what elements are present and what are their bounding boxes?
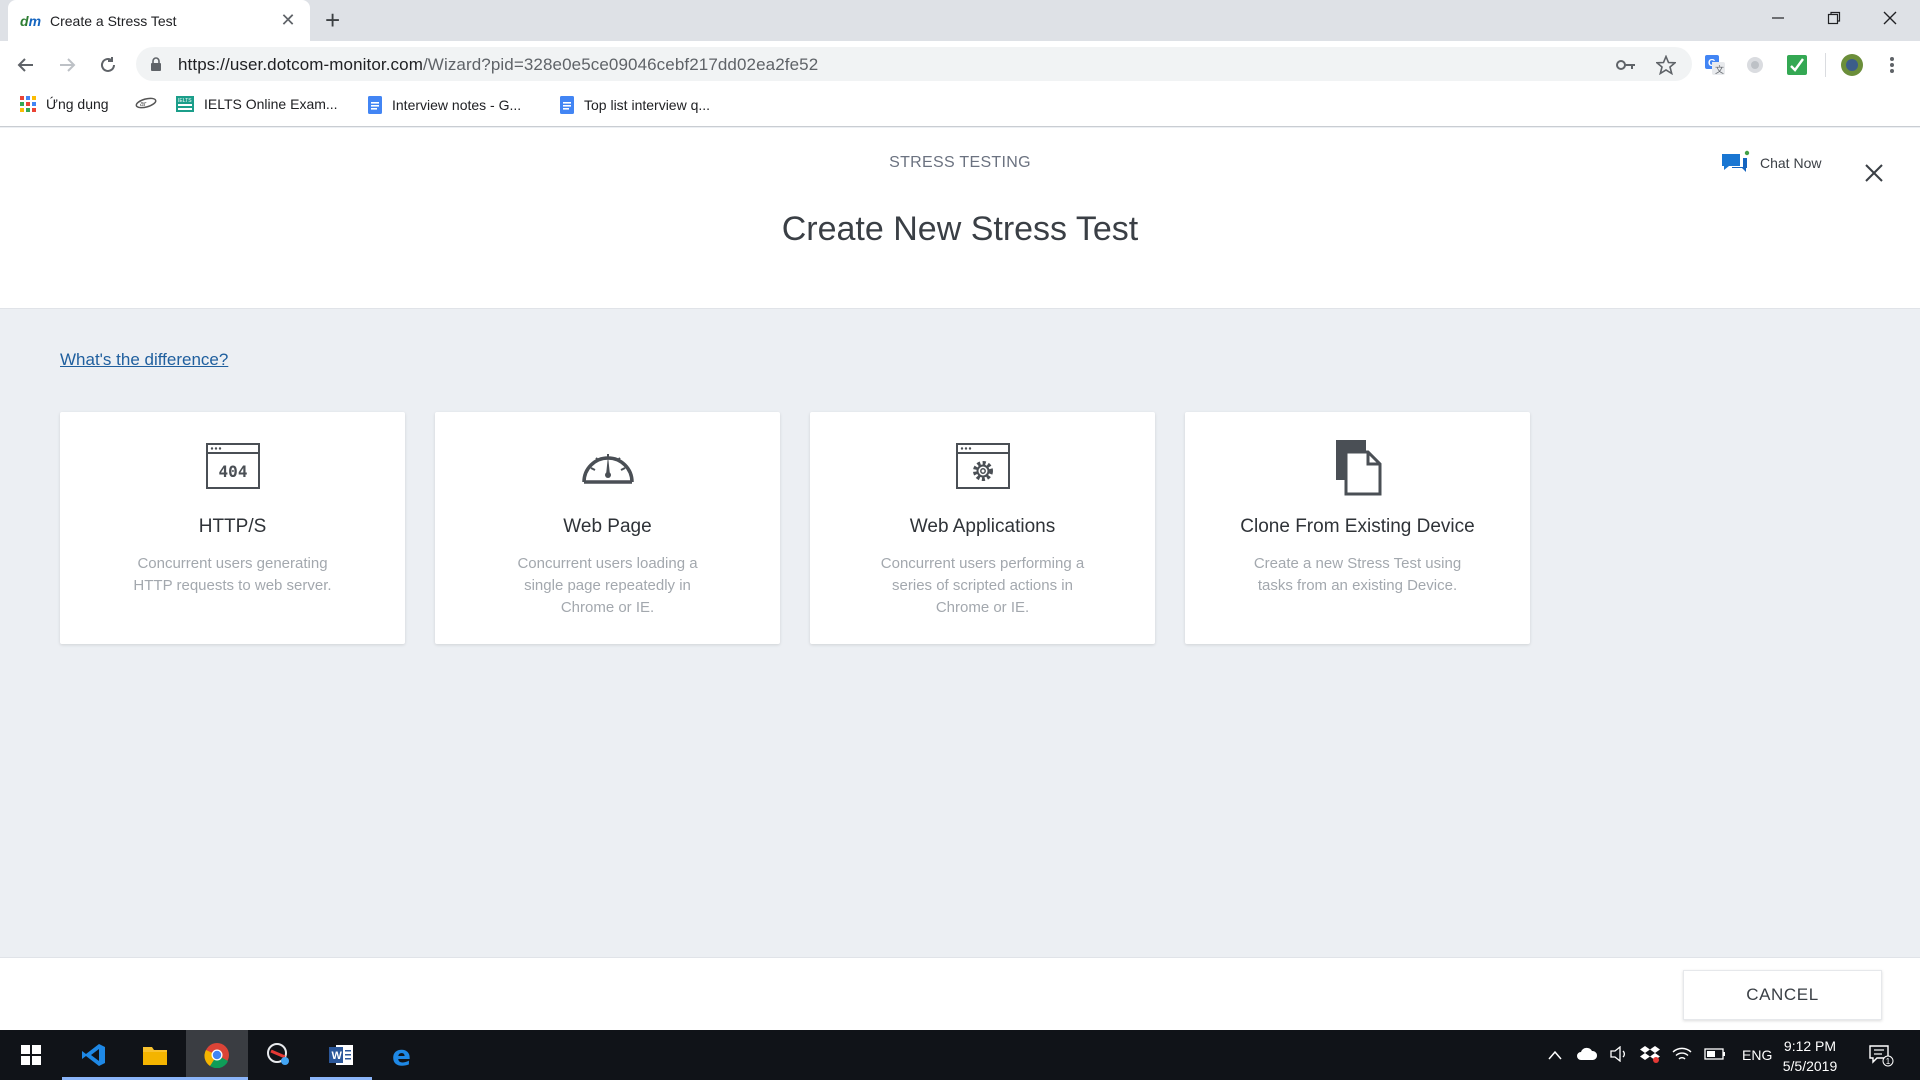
chrome-taskbar-icon[interactable] xyxy=(186,1030,248,1080)
tab-close-icon[interactable]: ✕ xyxy=(278,10,298,31)
bookmark-label: Ứng dụng xyxy=(46,96,109,112)
card-description: Concurrent users performing a series of … xyxy=(880,555,1085,616)
google-translate-icon[interactable]: G文 xyxy=(1703,53,1727,77)
bookmark-label: IELTS Online Exam... xyxy=(204,96,338,112)
address-bar[interactable]: https://user.dotcom-monitor.com/Wizard?p… xyxy=(136,47,1692,81)
close-wizard-icon[interactable] xyxy=(1862,161,1886,185)
card-title: Clone From Existing Device xyxy=(1240,516,1475,537)
cancel-button[interactable]: CANCEL xyxy=(1683,970,1882,1020)
url-host: https://user.dotcom-monitor.com xyxy=(178,55,423,74)
wizard-footer: CANCEL xyxy=(0,957,1920,1030)
dropbox-icon[interactable] xyxy=(1640,1045,1660,1066)
page-title: Create New Stress Test xyxy=(781,210,1139,248)
restore-icon[interactable] xyxy=(1806,0,1862,36)
card-description: Concurrent users loading a single page r… xyxy=(517,555,698,616)
bookmark-logo-icon: ar xyxy=(135,96,157,110)
extension-globe-icon[interactable] xyxy=(1743,53,1767,77)
show-hidden-icons-icon[interactable] xyxy=(1548,1047,1562,1063)
dotcom-monitor-favicon-icon: dm xyxy=(20,12,42,29)
speedometer-icon xyxy=(435,442,780,498)
card-title: HTTP/S xyxy=(198,516,267,537)
card-description: Create a new Stress Test using tasks fro… xyxy=(1253,555,1462,594)
bookmark-apps[interactable]: Ứng dụng xyxy=(20,96,109,112)
url-text: https://user.dotcom-monitor.com/Wizard?p… xyxy=(178,55,818,75)
url-path: /Wizard?pid=328e0e5ce09046cebf217dd02ea2… xyxy=(422,55,819,74)
svg-text:W: W xyxy=(332,1050,343,1062)
extension-green-icon[interactable] xyxy=(1785,53,1809,77)
new-tab-icon[interactable]: + xyxy=(325,6,340,34)
vscode-taskbar-icon[interactable] xyxy=(62,1030,124,1080)
ielts-icon: IELTS xyxy=(176,96,194,112)
card-title: Web Applications xyxy=(909,516,1056,537)
volume-icon[interactable] xyxy=(1610,1045,1628,1065)
svg-text:ar: ar xyxy=(140,101,147,108)
bookmark-star-icon[interactable] xyxy=(1656,55,1676,75)
section-eyebrow: STRESS TESTING xyxy=(889,154,1031,171)
wifi-icon[interactable] xyxy=(1672,1046,1692,1065)
bookmark-logo[interactable]: ar xyxy=(135,96,167,110)
system-tray: ENG xyxy=(1548,1030,1772,1080)
toolbar-divider xyxy=(1825,53,1826,77)
bookmark-interview-notes[interactable]: Interview notes - G... xyxy=(368,96,521,114)
svg-text:IELTS: IELTS xyxy=(178,98,192,104)
card-web-applications[interactable]: Web Applications Concurrent users perfor… xyxy=(810,412,1155,644)
chrome-menu-icon[interactable] xyxy=(1880,53,1904,77)
google-docs-icon xyxy=(560,96,574,114)
file-explorer-taskbar-icon[interactable] xyxy=(124,1030,186,1080)
window-close-icon[interactable] xyxy=(1862,0,1918,36)
browser-toolbar: https://user.dotcom-monitor.com/Wizard?p… xyxy=(0,41,1920,88)
bookmarks-bar: Ứng dụng ar IELTS IELTS Online Exam... I… xyxy=(0,88,1920,127)
card-http[interactable]: 404 HTTP/S Concurrent users generating H… xyxy=(60,412,405,644)
reload-icon[interactable] xyxy=(94,51,122,79)
google-docs-icon xyxy=(368,96,382,114)
bookmark-ielts[interactable]: IELTS IELTS Online Exam... xyxy=(176,96,338,112)
bookmark-top-list[interactable]: Top list interview q... xyxy=(560,96,710,114)
lock-icon[interactable] xyxy=(150,56,162,77)
forward-icon[interactable] xyxy=(53,51,81,79)
windows-start-icon[interactable] xyxy=(0,1030,62,1080)
copy-document-icon xyxy=(1185,440,1530,498)
action-center-icon[interactable]: 1 xyxy=(1850,1030,1912,1080)
clock-date: 5/5/2019 xyxy=(1782,1058,1838,1074)
profile-avatar[interactable] xyxy=(1840,53,1864,77)
svg-text:404: 404 xyxy=(218,462,247,481)
edge-taskbar-icon[interactable]: e xyxy=(372,1030,434,1080)
browser-tab[interactable]: dm Create a Stress Test ✕ xyxy=(8,0,310,41)
language-indicator[interactable]: ENG xyxy=(1742,1047,1772,1063)
http-404-icon: 404 xyxy=(60,442,405,498)
minimize-icon[interactable] xyxy=(1750,0,1806,36)
svg-text:e: e xyxy=(392,1042,411,1068)
clock-time: 9:12 PM xyxy=(1783,1038,1837,1054)
chat-bubble-icon xyxy=(1722,150,1750,172)
chat-now-label: Chat Now xyxy=(1760,155,1822,171)
wizard-header: STRESS TESTING Create New Stress Test Ch… xyxy=(0,128,1920,309)
browser-tab-strip: dm Create a Stress Test ✕ + xyxy=(0,0,1920,41)
whats-the-difference-link[interactable]: What's the difference? xyxy=(60,350,228,370)
svg-text:文: 文 xyxy=(1715,64,1724,75)
windows-taskbar: W e ENG 9:12 PM 5/5/2019 1 xyxy=(0,1030,1920,1080)
tab-title: Create a Stress Test xyxy=(50,12,177,29)
chat-now-button[interactable]: Chat Now xyxy=(1720,150,1821,176)
browser-gear-icon xyxy=(810,442,1155,498)
card-clone-existing-device[interactable]: Clone From Existing Device Create a new … xyxy=(1185,412,1530,644)
key-icon[interactable] xyxy=(1616,55,1636,75)
notification-count: 1 xyxy=(1886,1057,1891,1066)
snipping-tool-taskbar-icon[interactable] xyxy=(248,1030,310,1080)
battery-icon[interactable] xyxy=(1704,1047,1726,1063)
bookmark-label: Interview notes - G... xyxy=(392,97,522,113)
card-web-page[interactable]: Web Page Concurrent users loading a sing… xyxy=(435,412,780,644)
word-taskbar-icon[interactable]: W xyxy=(310,1030,372,1080)
card-title: Web Page xyxy=(563,516,652,537)
back-icon[interactable] xyxy=(12,51,40,79)
card-description: Concurrent users generating HTTP request… xyxy=(133,555,332,594)
bookmark-label: Top list interview q... xyxy=(584,97,711,113)
apps-grid-icon xyxy=(20,96,36,112)
taskbar-clock[interactable]: 9:12 PM 5/5/2019 xyxy=(1770,1036,1850,1076)
onedrive-icon[interactable] xyxy=(1576,1047,1598,1064)
